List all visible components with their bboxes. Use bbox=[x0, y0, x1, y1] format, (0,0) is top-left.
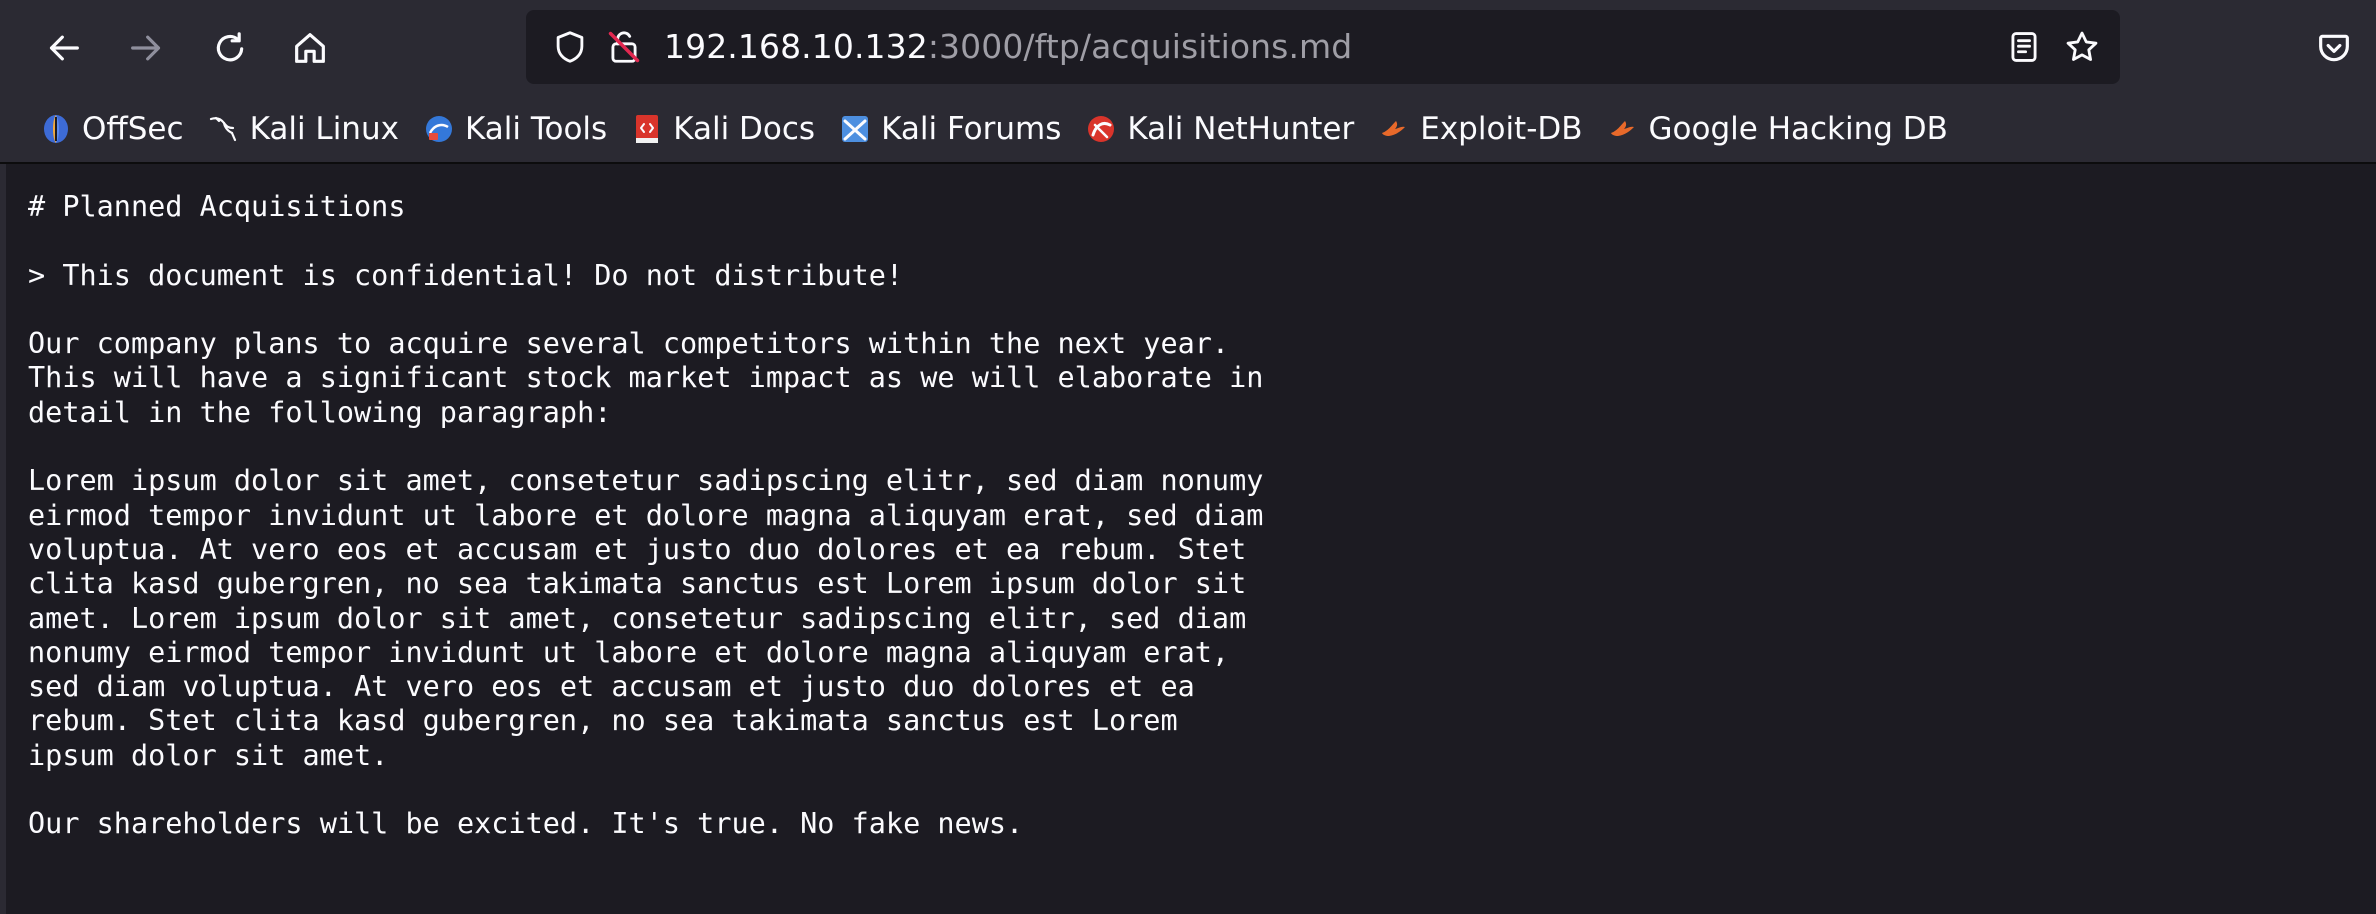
google-hacking-db-icon bbox=[1607, 113, 1639, 145]
doc-line: nonumy eirmod tempor invidunt ut labore … bbox=[28, 635, 1230, 669]
doc-line: > This document is confidential! Do not … bbox=[28, 258, 904, 292]
bookmark-kali-docs[interactable]: Kali Docs bbox=[625, 104, 821, 154]
address-bar[interactable]: 192.168.10.132:3000/ftp/acquisitions.md bbox=[526, 10, 2120, 84]
insecure-lock-icon bbox=[608, 31, 640, 63]
bookmark-kali-tools[interactable]: Kali Tools bbox=[417, 104, 613, 154]
bookmark-label: Kali Forums bbox=[881, 111, 1062, 147]
kali-docs-icon bbox=[631, 113, 663, 145]
star-icon bbox=[2066, 31, 2098, 61]
pocket-button[interactable] bbox=[2308, 22, 2360, 74]
url-text[interactable]: 192.168.10.132:3000/ftp/acquisitions.md bbox=[664, 10, 1352, 84]
url-host: 192.168.10.132 bbox=[664, 27, 928, 66]
doc-line: rebum. Stet clita kasd gubergren, no sea… bbox=[28, 704, 1178, 738]
offsec-icon bbox=[40, 113, 72, 145]
bookmark-kali-nethunter[interactable]: Kali NetHunter bbox=[1079, 104, 1360, 154]
bookmark-label: Kali Tools bbox=[464, 111, 608, 147]
doc-line: Our company plans to acquire several com… bbox=[28, 327, 1230, 361]
site-security-button[interactable] bbox=[604, 27, 644, 67]
doc-line: This will have a significant stock marke… bbox=[28, 361, 1264, 395]
url-path: :3000/ftp/acquisitions.md bbox=[927, 27, 1353, 66]
back-button[interactable] bbox=[38, 22, 90, 74]
forward-button[interactable] bbox=[120, 22, 172, 74]
markdown-document: # Planned Acquisitions > This document i… bbox=[28, 190, 1263, 842]
doc-line: # Planned Acquisitions bbox=[28, 190, 406, 223]
page-edge bbox=[0, 164, 6, 914]
bookmark-label: Kali Docs bbox=[673, 111, 816, 147]
exploit-db-icon bbox=[1378, 113, 1410, 145]
reload-icon bbox=[216, 32, 244, 62]
bookmark-page-button[interactable] bbox=[2062, 27, 2102, 67]
bookmark-label: Kali NetHunter bbox=[1127, 111, 1355, 147]
tracking-protection-button[interactable] bbox=[550, 27, 590, 67]
bookmark-kali-linux[interactable]: Kali Linux bbox=[202, 104, 405, 154]
reader-view-button[interactable] bbox=[2004, 27, 2044, 67]
kali-forums-icon bbox=[839, 113, 871, 145]
doc-line: voluptua. At vero eos et accusam et just… bbox=[28, 532, 1247, 566]
doc-line: eirmod tempor invidunt ut labore et dolo… bbox=[28, 498, 1264, 532]
arrow-right-icon bbox=[131, 35, 161, 61]
bookmarks-toolbar: OffSec Kali Linux Kali Tools Kali Docs K… bbox=[0, 96, 2376, 164]
home-icon bbox=[295, 33, 325, 63]
reader-view-icon bbox=[2011, 32, 2037, 62]
doc-line: Lorem ipsum dolor sit amet, consetetur s… bbox=[28, 464, 1264, 498]
page-content: # Planned Acquisitions > This document i… bbox=[0, 164, 2376, 914]
bookmark-exploit-db[interactable]: Exploit-DB bbox=[1372, 104, 1588, 154]
arrow-left-icon bbox=[49, 35, 79, 61]
reload-button[interactable] bbox=[204, 22, 256, 74]
bookmark-label: Kali Linux bbox=[249, 111, 399, 147]
bookmark-label: Google Hacking DB bbox=[1648, 111, 1948, 147]
kali-tools-icon bbox=[423, 113, 455, 145]
bookmark-label: OffSec bbox=[82, 111, 184, 147]
tracking-shield-icon bbox=[556, 31, 584, 63]
bookmark-google-hacking-db[interactable]: Google Hacking DB bbox=[1601, 104, 1954, 154]
kali-dragon-icon bbox=[208, 113, 240, 145]
doc-line: sed diam voluptua. At vero eos et accusa… bbox=[28, 670, 1195, 704]
doc-line: Our shareholders will be excited. It's t… bbox=[28, 807, 1024, 841]
kali-nethunter-icon bbox=[1085, 113, 1117, 145]
bookmark-label: Exploit-DB bbox=[1420, 111, 1583, 147]
home-button[interactable] bbox=[284, 22, 336, 74]
bookmark-offsec[interactable]: OffSec bbox=[34, 104, 190, 154]
pocket-icon bbox=[2319, 34, 2349, 62]
doc-line: clita kasd gubergren, no sea takimata sa… bbox=[28, 567, 1247, 601]
navigation-toolbar: 192.168.10.132:3000/ftp/acquisitions.md bbox=[0, 0, 2376, 96]
doc-line: ipsum dolor sit amet. bbox=[28, 738, 389, 772]
browser-window: 192.168.10.132:3000/ftp/acquisitions.md bbox=[0, 0, 2376, 914]
bookmark-kali-forums[interactable]: Kali Forums bbox=[833, 104, 1067, 154]
doc-line: detail in the following paragraph: bbox=[28, 395, 612, 429]
doc-line: amet. Lorem ipsum dolor sit amet, conset… bbox=[28, 601, 1247, 635]
